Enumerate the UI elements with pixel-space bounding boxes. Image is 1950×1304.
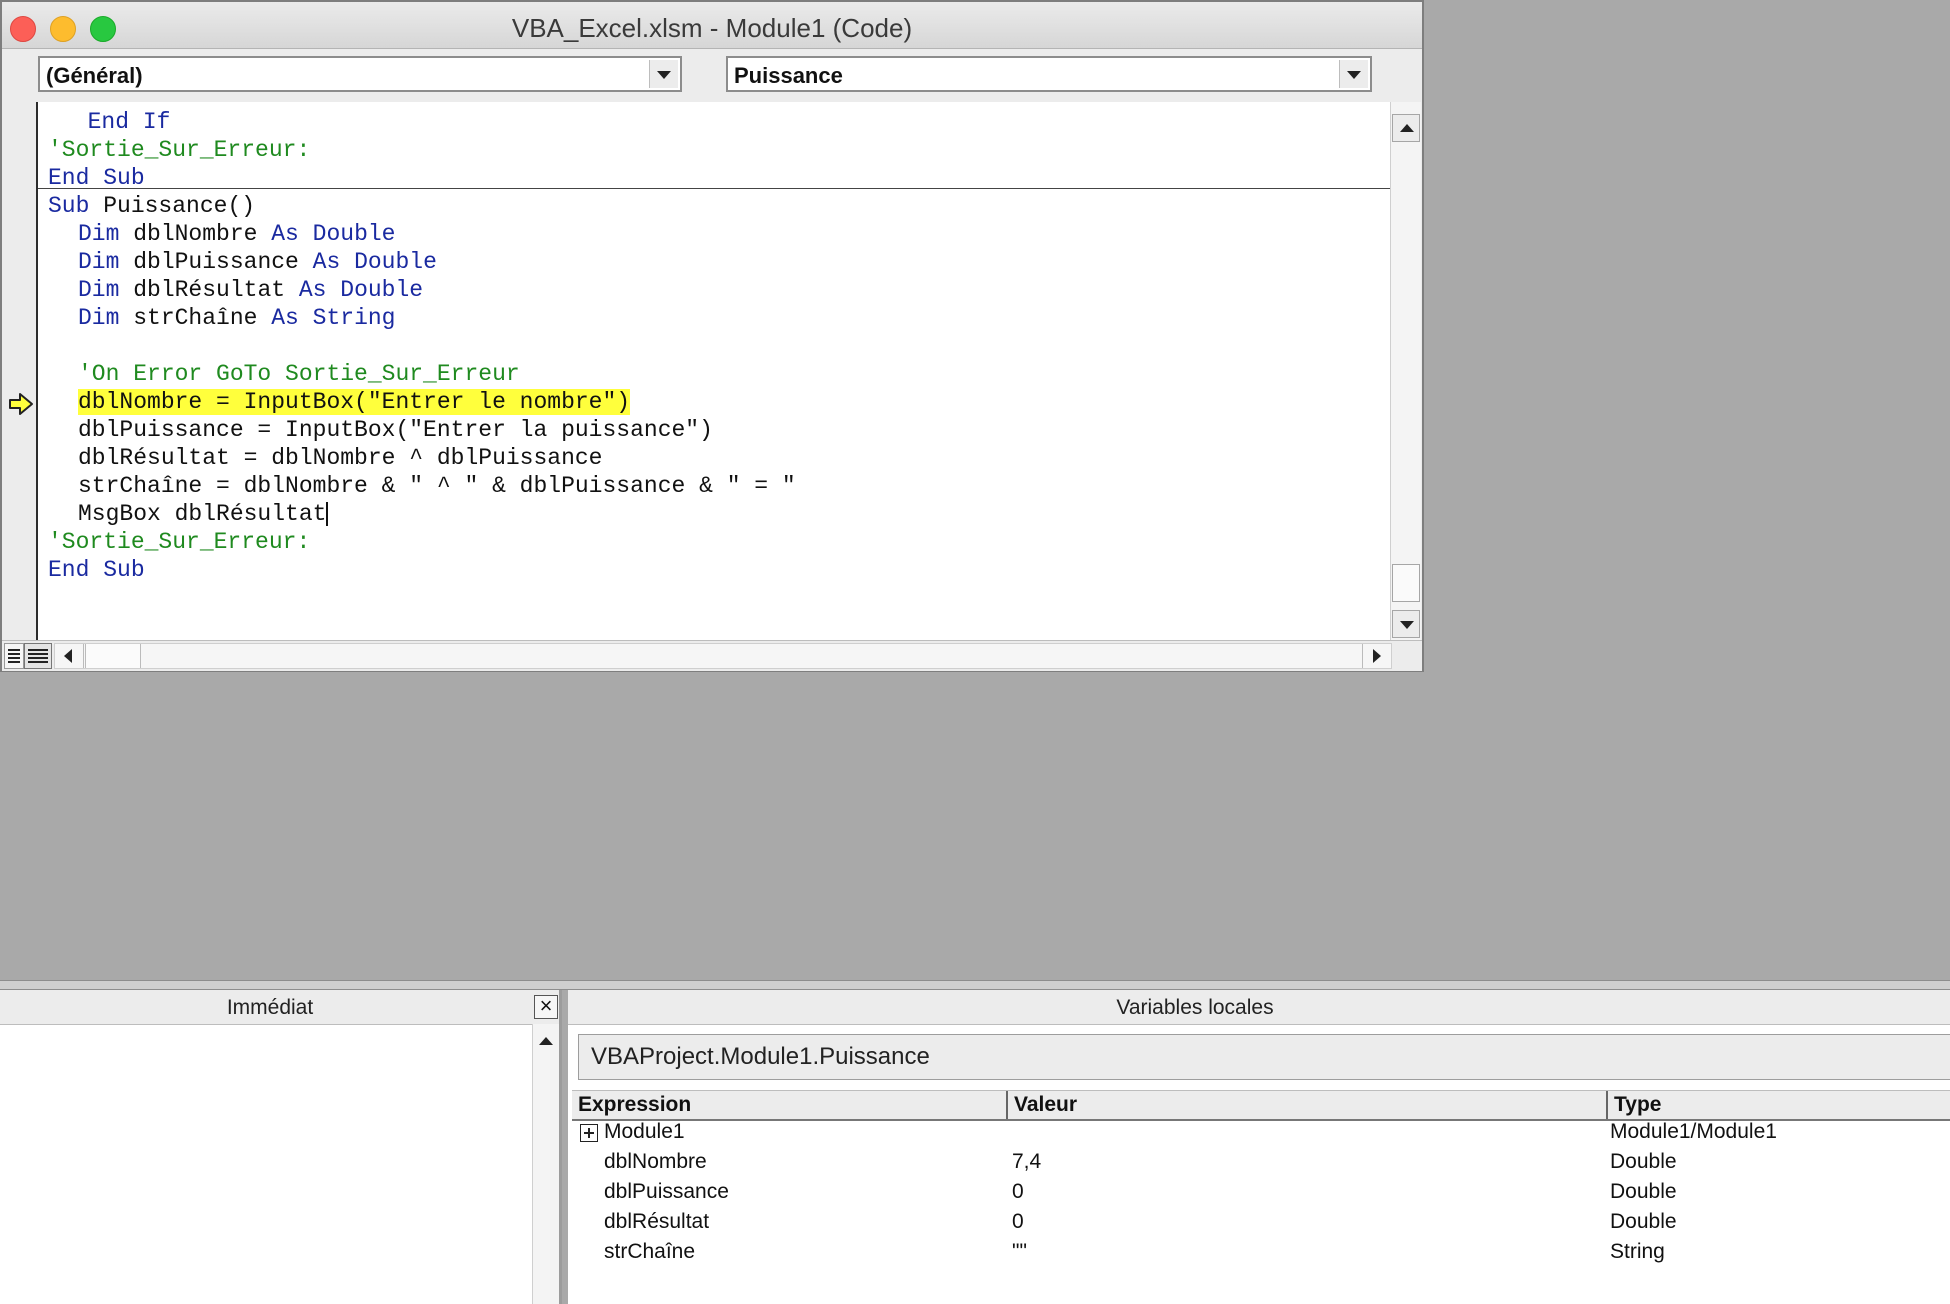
locals-context-label: VBAProject.Module1.Puissance [591, 1043, 930, 1070]
vertical-scrollbar[interactable] [1390, 102, 1421, 640]
column-header-type[interactable]: Type [1614, 1093, 1661, 1117]
code-window-footer [2, 640, 1422, 671]
text-caret [326, 501, 329, 526]
locals-type: Double [1610, 1150, 1677, 1173]
locals-expression: Module1 [604, 1120, 685, 1143]
locals-context-button[interactable]: VBAProject.Module1.Puissance [578, 1034, 1950, 1080]
code-line: End If [87, 109, 171, 135]
code-line: End Sub [48, 557, 145, 583]
scroll-up-icon[interactable] [534, 1030, 558, 1054]
scroll-down-icon[interactable] [1392, 610, 1420, 638]
locals-value: 0 [1012, 1180, 1024, 1203]
scroll-left-icon[interactable] [55, 644, 84, 668]
locals-expression: dblPuissance [604, 1180, 729, 1203]
locals-value: 7,4 [1012, 1150, 1042, 1173]
procedure-view-button[interactable] [4, 643, 24, 669]
column-divider[interactable] [1606, 1091, 1608, 1119]
lines-icon [8, 649, 20, 663]
locals-type: String [1610, 1240, 1665, 1263]
dropdown-arrow-icon[interactable] [1339, 60, 1368, 88]
margin-indicator-bar[interactable] [8, 102, 38, 640]
locals-expression: strChaîne [604, 1240, 696, 1263]
dropdown-arrow-icon[interactable] [649, 60, 678, 88]
current-execution-line: dblNombre = InputBox("Entrer le nombre") [78, 389, 631, 415]
locals-title: Variables locales [1116, 996, 1274, 1019]
locals-value: "" [1012, 1240, 1027, 1263]
locals-row[interactable]: dblNombre 7,4 Double [572, 1148, 1950, 1178]
code-line: 'On Error GoTo Sortie_Sur_Erreur [78, 361, 520, 387]
code-line: MsgBox dblRésultat [78, 501, 329, 527]
locals-row[interactable]: strChaîne "" String [572, 1238, 1950, 1268]
column-header-value[interactable]: Valeur [1014, 1093, 1077, 1117]
code-line: dblRésultat = dblNombre ^ dblPuissance [78, 445, 603, 471]
scroll-right-icon[interactable] [1362, 644, 1391, 668]
immediate-header: Immédiat × [0, 990, 559, 1025]
scroll-up-icon[interactable] [1392, 114, 1420, 142]
locals-type: Double [1610, 1210, 1677, 1233]
pane-splitter[interactable] [0, 980, 1950, 990]
locals-expression: dblNombre [604, 1150, 707, 1173]
locals-row[interactable]: dblRésultat 0 Double [572, 1208, 1950, 1238]
locals-expression: dblRésultat [604, 1210, 710, 1233]
scroll-thumb[interactable] [85, 644, 141, 668]
scroll-thumb[interactable] [1392, 564, 1420, 602]
close-icon[interactable]: × [534, 995, 558, 1019]
horizontal-scrollbar[interactable] [54, 643, 1392, 669]
locals-row[interactable]: dblPuissance 0 Double [572, 1178, 1950, 1208]
title-bar[interactable]: VBA_Excel.xlsm - Module1 (Code) [2, 2, 1422, 49]
locals-header: Variables locales [568, 990, 1950, 1025]
code-window: VBA_Excel.xlsm - Module1 (Code) (Général… [0, 0, 1424, 672]
code-line: dblPuissance = InputBox("Entrer la puiss… [78, 417, 713, 443]
code-line: Sub Puissance() [48, 193, 256, 219]
immediate-vertical-scrollbar[interactable] [532, 1024, 559, 1304]
locals-type: Double [1610, 1180, 1677, 1203]
code-line: Dim dblRésultat As Double [78, 277, 424, 303]
column-divider[interactable] [1006, 1091, 1008, 1119]
object-dropdown[interactable]: (Général) [38, 56, 682, 92]
procedure-dropdown-value: Puissance [734, 63, 843, 88]
locals-type: Module1/Module1 [1610, 1120, 1777, 1143]
immediate-title: Immédiat [226, 996, 314, 1019]
code-line: 'Sortie_Sur_Erreur: [48, 137, 311, 163]
code-line: strChaîne = dblNombre & " ^ " & dblPuiss… [78, 473, 796, 499]
lines-icon [28, 649, 48, 663]
locals-window[interactable]: Variables locales VBAProject.Module1.Pui… [568, 990, 1950, 1304]
locals-value: 0 [1012, 1210, 1024, 1233]
immediate-window[interactable]: Immédiat × [0, 990, 562, 1304]
procedure-dropdown[interactable]: Puissance [726, 56, 1372, 92]
code-line: Dim dblNombre As Double [78, 221, 396, 247]
column-header-expression[interactable]: Expression [578, 1093, 691, 1117]
code-editor[interactable]: End If 'Sortie_Sur_Erreur: End Sub Sub P… [38, 102, 1390, 640]
window-title: VBA_Excel.xlsm - Module1 (Code) [511, 13, 913, 43]
code-line: Dim strChaîne As String [78, 305, 396, 331]
locals-column-headers: Expression Valeur Type [572, 1090, 1950, 1121]
locals-row[interactable]: Module1 Module1/Module1 [572, 1118, 1950, 1148]
execution-arrow-icon [9, 393, 33, 415]
expand-plus-icon[interactable] [580, 1124, 598, 1142]
object-dropdown-value: (Général) [46, 63, 143, 88]
code-line: 'Sortie_Sur_Erreur: [48, 529, 311, 555]
full-module-view-button[interactable] [24, 643, 52, 669]
code-line: Dim dblPuissance As Double [78, 249, 437, 275]
procedure-separator [38, 188, 1390, 189]
